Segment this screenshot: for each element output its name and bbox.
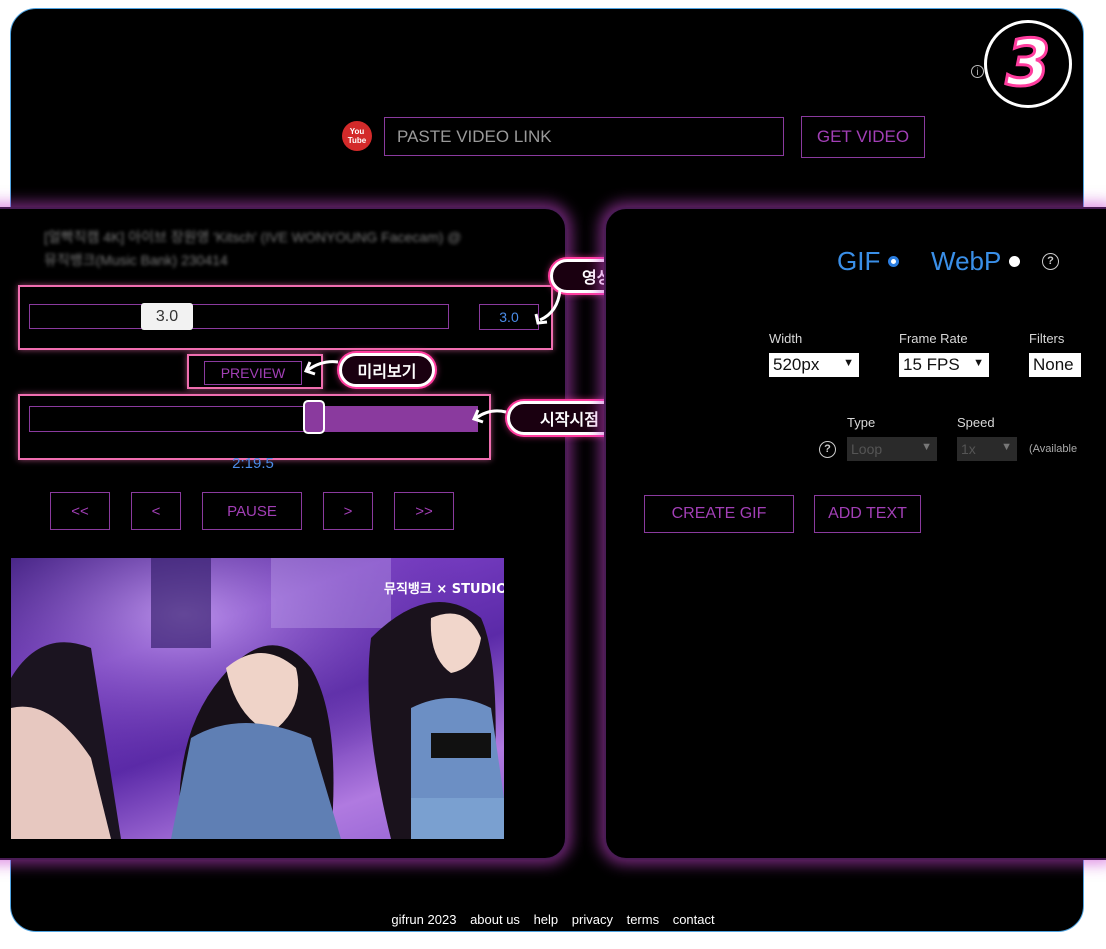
footer-link-help[interactable]: help bbox=[534, 912, 559, 927]
speed-label: Speed bbox=[957, 415, 995, 430]
width-select-value: 520px bbox=[773, 355, 820, 374]
forward-fast-button[interactable]: >> bbox=[394, 492, 454, 530]
filters-label: Filters bbox=[1029, 331, 1065, 346]
chevron-down-icon: ▼ bbox=[843, 357, 854, 369]
duration-slider-thumb[interactable]: 3.0 bbox=[141, 303, 193, 330]
preview-button[interactable]: PREVIEW bbox=[204, 361, 302, 385]
frame-rate-select[interactable]: 15 FPS ▼ bbox=[899, 353, 989, 377]
add-text-button[interactable]: ADD TEXT bbox=[814, 495, 921, 533]
start-time-readout: 2:19.5 bbox=[232, 455, 274, 472]
preview-callout-arrow-icon bbox=[303, 360, 339, 376]
get-video-button[interactable]: GET VIDEO bbox=[801, 116, 925, 158]
type-help-icon[interactable]: ? bbox=[819, 441, 836, 458]
start-time-slider-handle[interactable] bbox=[303, 400, 325, 434]
step-number-badge: 3 bbox=[984, 20, 1072, 108]
chevron-down-icon: ▼ bbox=[921, 441, 932, 453]
footer-link-contact[interactable]: contact bbox=[673, 912, 715, 927]
format-webp-label: WebP bbox=[931, 246, 1002, 276]
create-gif-button[interactable]: CREATE GIF bbox=[644, 495, 794, 533]
filters-select-value: None bbox=[1033, 355, 1074, 374]
duration-slider[interactable] bbox=[29, 304, 449, 329]
video-title: [얼빡직캠 4K] 아이브 장원영 'Kitsch' (IVE WONYOUNG… bbox=[44, 229, 462, 268]
width-select[interactable]: 520px ▼ bbox=[769, 353, 859, 377]
frame-rate-select-value: 15 FPS bbox=[903, 355, 960, 374]
webp-radio[interactable] bbox=[1009, 256, 1021, 267]
footer-link-privacy[interactable]: privacy bbox=[572, 912, 613, 927]
forward-button[interactable]: > bbox=[323, 492, 373, 530]
type-label: Type bbox=[847, 415, 876, 430]
video-link-input[interactable] bbox=[384, 117, 784, 156]
video-frame[interactable]: 뮤직뱅크 × STUDIO bbox=[11, 558, 504, 839]
format-option-webp[interactable]: WebP bbox=[931, 246, 1021, 277]
video-watermark: 뮤직뱅크 × STUDIO bbox=[384, 581, 504, 597]
rewind-button[interactable]: < bbox=[131, 492, 181, 530]
chevron-down-icon: ▼ bbox=[1001, 441, 1012, 453]
chevron-down-icon: ▼ bbox=[973, 357, 984, 369]
footer: gifrun 2023 about us help privacy terms … bbox=[0, 912, 1106, 927]
video-content-image: 뮤직뱅크 × STUDIO bbox=[11, 558, 504, 839]
format-help-icon[interactable]: ? bbox=[1042, 253, 1059, 270]
speed-select-value: 1x bbox=[961, 441, 976, 457]
duration-callout-arrow-icon bbox=[534, 289, 562, 325]
width-label: Width bbox=[769, 331, 803, 346]
gif-radio[interactable] bbox=[888, 256, 900, 267]
gif-settings-panel bbox=[604, 207, 1106, 860]
rewind-fast-button[interactable]: << bbox=[50, 492, 110, 530]
format-option-gif[interactable]: GIF bbox=[837, 246, 900, 277]
type-select-value: Loop bbox=[851, 441, 883, 457]
footer-link-terms[interactable]: terms bbox=[627, 912, 660, 927]
info-icon[interactable]: i bbox=[971, 65, 984, 78]
youtube-icon-text-top: You bbox=[349, 127, 365, 136]
frame-rate-label: Frame Rate bbox=[899, 331, 968, 346]
start-time-slider-fill bbox=[315, 406, 478, 432]
preview-callout: 미리보기 bbox=[339, 353, 435, 387]
availability-note: (Available bbox=[1029, 443, 1078, 455]
speed-select[interactable]: 1x ▼ bbox=[957, 437, 1017, 461]
format-gif-label: GIF bbox=[837, 246, 881, 276]
step-number: 3 bbox=[1004, 27, 1052, 101]
footer-link-about[interactable]: about us bbox=[470, 912, 520, 927]
youtube-icon: You Tube bbox=[342, 121, 372, 151]
start-callout-arrow-icon bbox=[471, 409, 507, 424]
footer-brand: gifrun 2023 bbox=[391, 912, 457, 927]
type-select[interactable]: Loop ▼ bbox=[847, 437, 937, 461]
youtube-icon-text-bottom: Tube bbox=[347, 136, 367, 145]
pause-button[interactable]: PAUSE bbox=[202, 492, 302, 530]
filters-select[interactable]: None bbox=[1029, 353, 1081, 377]
